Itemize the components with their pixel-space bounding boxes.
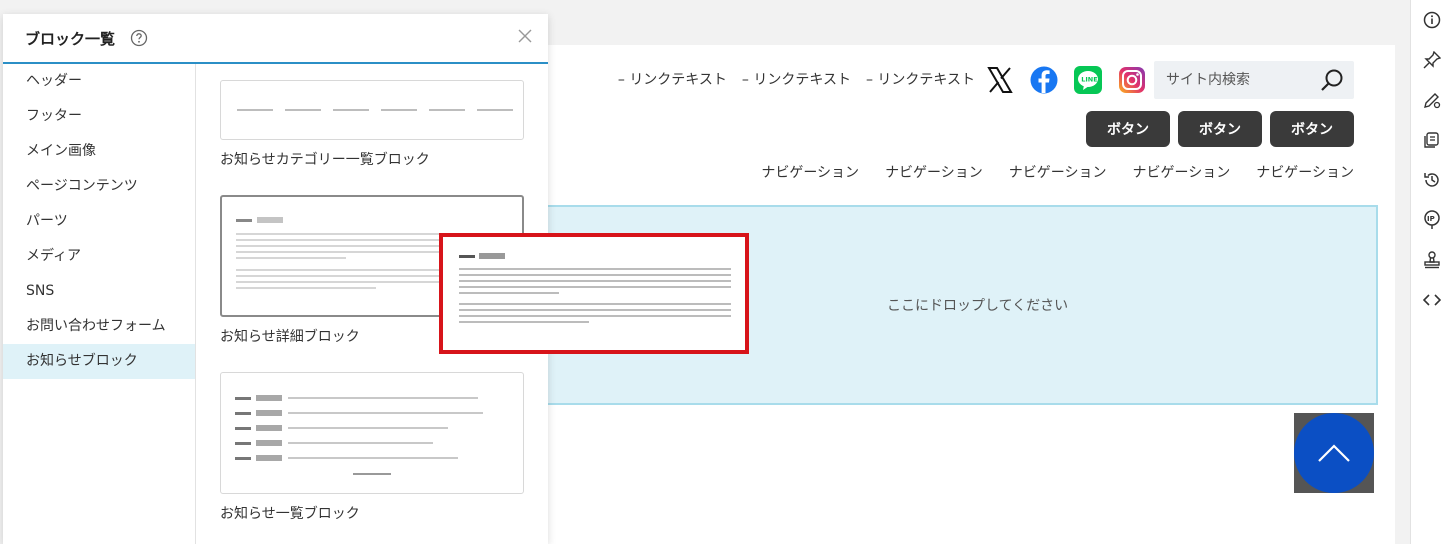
category-item-page-contents[interactable]: ページコンテンツ [3,169,195,204]
block-label: お知らせカテゴリー一覧ブロック [220,152,430,168]
block-preview-image [235,395,483,475]
edit-settings-icon[interactable] [1420,88,1444,112]
sns-icons: LINE [985,65,1147,95]
site-search [1154,61,1354,99]
close-icon[interactable] [517,28,533,44]
panel-header: ブロック一覧 [3,14,548,64]
stamp-icon[interactable] [1420,248,1444,272]
header-button[interactable]: ボタン [1178,111,1262,147]
block-thumbnail-news-category-list[interactable] [220,80,524,140]
category-item-header[interactable]: ヘッダー [3,64,195,99]
x-icon[interactable] [985,65,1015,95]
category-item-main-image[interactable]: メイン画像 [3,134,195,169]
right-toolbar: IP [1410,0,1452,544]
header-link[interactable]: リンクテキスト [866,69,975,89]
nav-item[interactable]: ナビゲーション [885,162,983,182]
block-label: お知らせ一覧ブロック [220,506,360,522]
header-link[interactable]: リンクテキスト [742,69,851,89]
search-input[interactable] [1154,61,1314,99]
ip-icon[interactable]: IP [1420,208,1444,232]
header-links: リンクテキスト リンクテキスト リンクテキスト [618,69,975,89]
global-nav: ナビゲーション ナビゲーション ナビゲーション ナビゲーション ナビゲーション [761,162,1354,182]
back-to-top-button[interactable] [1294,413,1374,493]
header-button[interactable]: ボタン [1086,111,1170,147]
drop-zone-text: ここにドロップしてください [887,298,1069,314]
chevron-up-icon [1294,413,1374,493]
history-icon[interactable] [1420,168,1444,192]
svg-text:LINE: LINE [1081,76,1097,84]
category-item-contact-form[interactable]: お問い合わせフォーム [3,309,195,344]
help-icon[interactable] [130,29,148,47]
drag-preview[interactable] [439,233,749,354]
category-list: ヘッダー フッター メイン画像 ページコンテンツ パーツ メディア SNS お問… [3,64,196,544]
panel-title: ブロック一覧 [25,30,116,48]
category-item-news-block[interactable]: お知らせブロック [3,344,195,379]
code-icon[interactable] [1420,288,1444,312]
svg-text:IP: IP [1427,215,1435,223]
line-icon[interactable]: LINE [1073,65,1103,95]
drag-preview-image [459,253,731,323]
nav-item[interactable]: ナビゲーション [1133,162,1231,182]
header-button[interactable]: ボタン [1270,111,1354,147]
category-item-media[interactable]: メディア [3,239,195,274]
facebook-icon[interactable] [1029,65,1059,95]
nav-item[interactable]: ナビゲーション [1256,162,1354,182]
header-buttons: ボタン ボタン ボタン [1086,111,1354,147]
category-item-sns[interactable]: SNS [3,274,195,309]
category-item-footer[interactable]: フッター [3,99,195,134]
info-icon[interactable] [1420,8,1444,32]
header-link[interactable]: リンクテキスト [618,69,727,89]
search-icon[interactable] [1320,68,1344,92]
block-preview-image [237,109,513,111]
pin-icon[interactable] [1420,48,1444,72]
nav-item[interactable]: ナビゲーション [1009,162,1107,182]
instagram-icon[interactable] [1117,65,1147,95]
nav-item[interactable]: ナビゲーション [761,162,859,182]
pages-icon[interactable] [1420,128,1444,152]
block-thumbnail-news-list[interactable] [220,372,524,494]
category-item-parts[interactable]: パーツ [3,204,195,239]
